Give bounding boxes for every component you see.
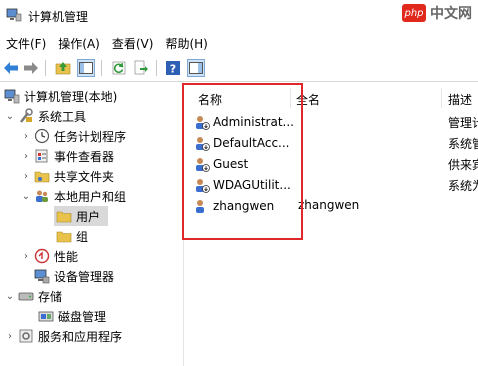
shared-folder-icon <box>34 168 50 184</box>
window-title: 计算机管理 <box>28 10 89 24</box>
tree-item-groups[interactable]: 组 <box>54 226 88 246</box>
watermark-text: 中文网 <box>430 6 472 22</box>
help-icon[interactable]: ? <box>164 59 182 77</box>
computer-management-icon <box>6 8 22 22</box>
folder-icon <box>56 208 72 224</box>
tree-item-shared-folders[interactable]: › 共享文件夹 <box>20 166 114 186</box>
tree-label: 本地用户和组 <box>54 189 127 204</box>
tree-label: 存储 <box>38 289 63 304</box>
event-viewer-icon <box>34 148 50 164</box>
tree-item-disk-management[interactable]: 磁盘管理 <box>36 306 106 326</box>
tree-item-system-tools[interactable]: ⌄ 系统工具 <box>4 106 86 126</box>
chevron-right-icon[interactable]: › <box>20 251 32 262</box>
tree-item-users[interactable]: 用户 <box>54 206 108 226</box>
tree-label: 性能 <box>54 249 79 264</box>
tree-item-root[interactable]: 计算机管理(本地) <box>2 86 117 106</box>
users-group-icon <box>34 188 50 204</box>
toolbar: ? <box>0 55 478 82</box>
clock-icon <box>34 128 50 144</box>
user-description: 供来宾 <box>448 158 478 172</box>
tree-label: 事件查看器 <box>54 149 115 164</box>
tree-item-device-manager[interactable]: 设备管理器 <box>32 266 114 286</box>
show-action-pane-icon[interactable] <box>187 59 205 77</box>
computer-management-icon <box>4 88 20 104</box>
tree-label: 设备管理器 <box>54 269 115 284</box>
export-list-icon[interactable] <box>132 59 150 77</box>
highlight-box <box>182 83 303 240</box>
chevron-down-icon[interactable]: ⌄ <box>20 191 32 202</box>
back-arrow-icon[interactable] <box>2 59 20 77</box>
user-description: 系统管 <box>448 137 478 151</box>
chevron-right-icon[interactable]: › <box>20 151 32 162</box>
tree-label: 任务计划程序 <box>54 129 127 144</box>
menu-action[interactable]: 操作(A) <box>52 32 106 54</box>
tree-label: 系统工具 <box>38 109 87 124</box>
tree-label: 磁盘管理 <box>58 309 107 324</box>
menu-file[interactable]: 文件(F) <box>0 32 52 54</box>
tree-label: 组 <box>76 229 89 244</box>
navigation-tree: 计算机管理(本地) ⌄ 系统工具 › 任务计划程序 › 事件查看器 › 共享文件… <box>0 82 182 366</box>
tree-item-performance[interactable]: › 性能 <box>20 246 78 266</box>
tree-item-services-apps[interactable]: › 服务和应用程序 <box>4 326 122 346</box>
disk-management-icon <box>38 308 54 324</box>
user-fullname: zhangwen <box>298 198 360 212</box>
title-bar: 计算机管理 php 中文网 <box>0 0 478 32</box>
chevron-right-icon[interactable]: › <box>4 331 16 342</box>
tree-label: 用户 <box>76 209 101 224</box>
svg-text:?: ? <box>170 63 176 76</box>
php-logo-icon: php <box>402 4 426 22</box>
folder-icon <box>56 228 72 244</box>
tree-item-storage[interactable]: ⌄ 存储 <box>4 286 62 306</box>
user-description: 系统为 <box>448 179 478 193</box>
device-manager-icon <box>34 268 50 284</box>
user-description: 管理计 <box>448 116 478 130</box>
tools-icon <box>18 108 34 124</box>
services-icon <box>18 328 34 344</box>
tree-item-event-viewer[interactable]: › 事件查看器 <box>20 146 114 166</box>
chevron-down-icon[interactable]: ⌄ <box>4 291 16 302</box>
tree-item-local-users-groups[interactable]: ⌄ 本地用户和组 <box>20 186 126 206</box>
refresh-icon[interactable] <box>110 59 128 77</box>
up-folder-icon[interactable] <box>54 59 72 77</box>
menu-view[interactable]: 查看(V) <box>106 32 160 54</box>
menu-bar: 文件(F) 操作(A) 查看(V) 帮助(H) <box>0 32 478 54</box>
tree-item-task-scheduler[interactable]: › 任务计划程序 <box>20 126 126 146</box>
column-header-description[interactable]: 描述 <box>448 88 472 110</box>
chevron-down-icon[interactable]: ⌄ <box>4 111 16 122</box>
tree-label: 服务和应用程序 <box>38 329 123 344</box>
show-hide-tree-icon[interactable] <box>77 59 95 77</box>
watermark-logo: php 中文网 <box>402 2 472 24</box>
chevron-right-icon[interactable]: › <box>20 131 32 142</box>
forward-arrow-icon[interactable] <box>22 59 40 77</box>
storage-icon <box>18 288 34 304</box>
chevron-right-icon[interactable]: › <box>20 171 32 182</box>
menu-help[interactable]: 帮助(H) <box>159 32 213 54</box>
performance-icon <box>34 248 50 264</box>
tree-label: 共享文件夹 <box>54 169 115 184</box>
tree-label: 计算机管理(本地) <box>24 89 118 104</box>
